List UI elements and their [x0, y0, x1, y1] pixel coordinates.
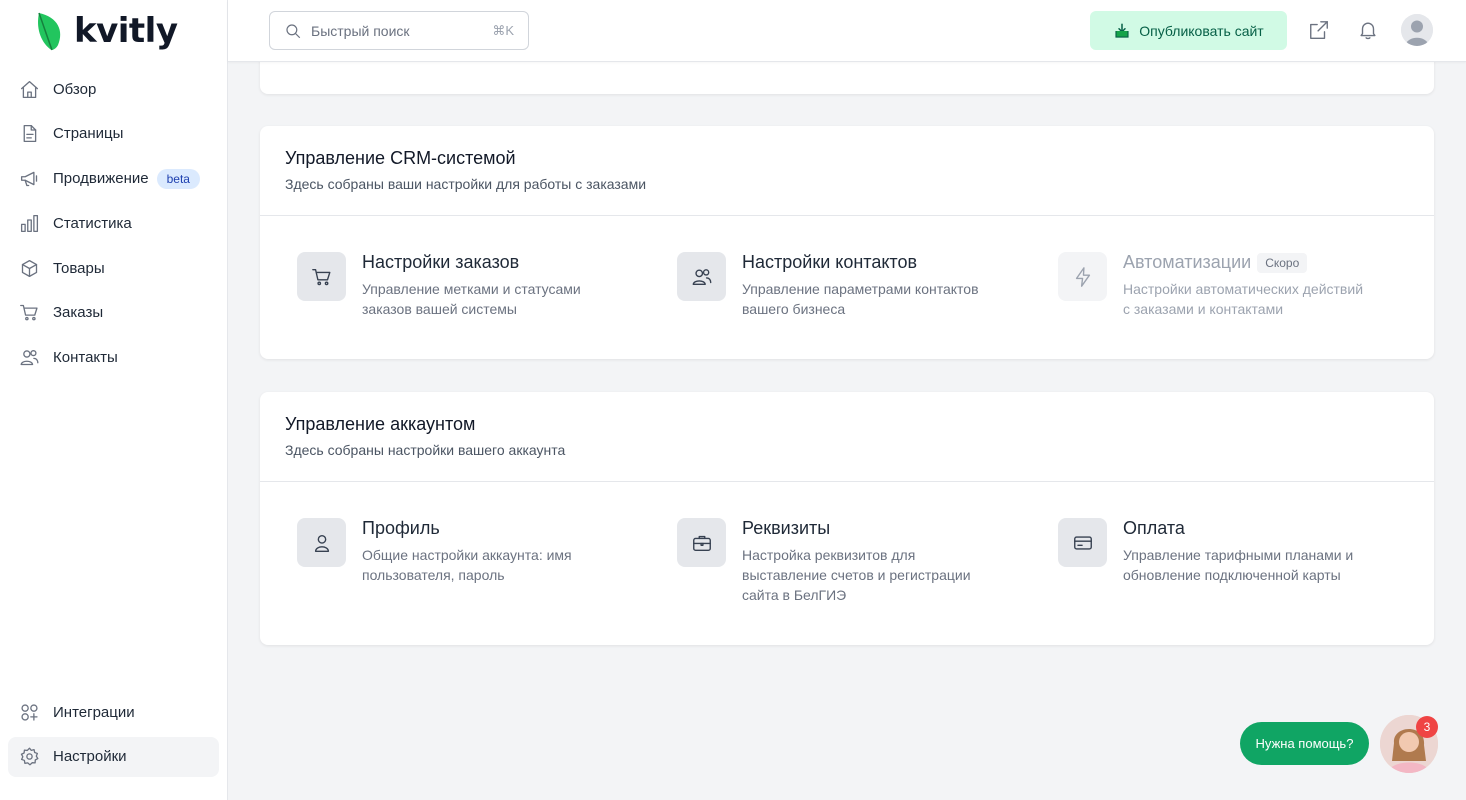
sidebar-item-orders[interactable]: Заказы	[8, 293, 219, 333]
publish-icon	[1115, 23, 1129, 38]
megaphone-icon	[18, 168, 40, 190]
notification-count-badge: 3	[1416, 716, 1438, 738]
logo[interactable]: kvitly	[36, 10, 178, 52]
card-subtitle: Здесь собраны настройки вашего аккаунта	[285, 442, 566, 458]
item-description-line: Управление параметрами контактов	[742, 281, 979, 297]
payment-item[interactable]: Оплата Управление тарифными планами и об…	[1058, 518, 1398, 585]
sidebar-item-label: Продвижение	[53, 170, 149, 188]
sidebar-item-products[interactable]: Товары	[8, 248, 219, 288]
orders-settings-item[interactable]: Настройки заказов Управление метками и с…	[297, 252, 637, 319]
card-subtitle: Здесь собраны ваши настройки для работы …	[285, 176, 647, 192]
bar-chart-icon	[18, 212, 40, 234]
home-icon	[18, 78, 40, 100]
item-description: Управление параметрами контактов вашего …	[742, 279, 979, 319]
item-description: Управление метками и статусами заказов в…	[362, 279, 581, 319]
item-title: Профиль	[362, 518, 440, 538]
search-input[interactable]: Быстрый поиск ⌘K	[269, 11, 529, 50]
soon-badge: Скоро	[1257, 252, 1308, 273]
avatar-placeholder-icon	[1401, 14, 1433, 46]
user-icon	[297, 518, 346, 567]
sidebar-item-overview[interactable]: Обзор	[8, 69, 219, 109]
help-button[interactable]: Нужна помощь?	[1240, 722, 1369, 765]
brand-name: kvitly	[74, 11, 178, 51]
search-placeholder: Быстрый поиск	[311, 22, 410, 39]
sidebar-item-label: Статистика	[53, 214, 132, 232]
item-description-line: пользователя, пароль	[362, 567, 505, 583]
sidebar-item-promotion[interactable]: Продвижение beta	[8, 159, 219, 199]
leaf-logo-icon	[38, 12, 61, 51]
sidebar-nav: Обзор Страницы Продвижение beta Статисти…	[8, 69, 219, 383]
item-title: Настройки контактов	[742, 252, 918, 272]
card-header: Управление аккаунтом Здесь собраны настр…	[260, 392, 1434, 482]
item-description-line: Управление метками и статусами	[362, 281, 581, 297]
card-title: Управление CRM-системой	[285, 148, 516, 168]
publish-site-label: Опубликовать сайт	[1139, 22, 1264, 39]
card-header: Управление CRM-системой Здесь собраны ва…	[260, 126, 1434, 216]
item-description-line: Общие настройки аккаунта: имя	[362, 547, 572, 563]
sidebar-item-statistics[interactable]: Статистика	[8, 203, 219, 243]
sidebar-item-settings[interactable]: Настройки	[8, 736, 219, 777]
search-shortcut: ⌘K	[492, 22, 514, 38]
item-description: Настройки автоматических действий с зака…	[1123, 279, 1363, 319]
briefcase-icon	[677, 518, 726, 567]
sidebar: kvitly Обзор Страницы Продвижение beta С…	[0, 0, 228, 800]
item-description-line: с заказами и контактами	[1123, 301, 1284, 317]
integrations-icon	[18, 701, 40, 723]
box-icon	[18, 257, 40, 279]
card-title: Управление аккаунтом	[285, 414, 476, 434]
item-title-text: Автоматизации	[1123, 252, 1252, 272]
item-description-line: вашего бизнеса	[742, 301, 846, 317]
sidebar-bottom-nav: Интеграции Настройки	[8, 692, 219, 782]
contacts-settings-item[interactable]: Настройки контактов Управление параметра…	[677, 252, 1017, 319]
sidebar-item-integrations[interactable]: Интеграции	[8, 692, 219, 732]
user-avatar[interactable]	[1401, 14, 1433, 46]
cart-icon	[18, 302, 40, 324]
automations-item: Автоматизации Скоро Настройки автоматиче…	[1058, 252, 1398, 319]
users-icon	[677, 252, 726, 301]
item-description-line: сайта в БелГИЭ	[742, 587, 847, 603]
gear-icon	[18, 746, 40, 768]
account-settings-card: Управление аккаунтом Здесь собраны настр…	[260, 392, 1434, 645]
item-description-line: выставление счетов и регистрации	[742, 567, 971, 583]
sidebar-item-label: Страницы	[53, 125, 124, 143]
publish-site-button[interactable]: Опубликовать сайт	[1090, 11, 1287, 50]
search-icon	[284, 22, 302, 40]
sidebar-item-label: Интеграции	[53, 703, 135, 721]
external-link-icon[interactable]	[1307, 18, 1331, 42]
beta-badge: beta	[156, 168, 200, 189]
requisites-item[interactable]: Реквизиты Настройка реквизитов для выста…	[677, 518, 1017, 605]
item-title: Реквизиты	[742, 518, 831, 538]
topbar: Быстрый поиск ⌘K Опубликовать сайт	[228, 0, 1466, 62]
users-icon	[18, 347, 40, 369]
sidebar-item-contacts[interactable]: Контакты	[8, 338, 219, 378]
document-icon	[18, 123, 40, 145]
sidebar-item-label: Товары	[53, 259, 105, 277]
crm-settings-card: Управление CRM-системой Здесь собраны ва…	[260, 126, 1434, 359]
sidebar-item-pages[interactable]: Страницы	[8, 114, 219, 154]
item-description-line: Управление тарифными планами и	[1123, 547, 1354, 563]
profile-item[interactable]: Профиль Общие настройки аккаунта: имя по…	[297, 518, 637, 585]
sidebar-item-label: Обзор	[53, 80, 97, 98]
lightning-icon	[1058, 252, 1107, 301]
item-title: Автоматизации Скоро	[1123, 252, 1363, 273]
item-description: Управление тарифными планами и обновлени…	[1123, 545, 1353, 585]
item-title: Настройки заказов	[362, 252, 520, 272]
item-description: Общие настройки аккаунта: имя пользовате…	[362, 545, 572, 585]
sidebar-item-label: Заказы	[53, 304, 104, 322]
bell-icon[interactable]	[1356, 18, 1380, 42]
item-description-line: Настройки автоматических действий	[1123, 281, 1364, 297]
cart-icon	[297, 252, 346, 301]
item-description: Настройка реквизитов для выставление сче…	[742, 545, 971, 605]
item-title: Оплата	[1123, 518, 1185, 538]
credit-card-icon	[1058, 518, 1107, 567]
item-description-line: заказов вашей системы	[362, 301, 517, 317]
sidebar-item-label: Контакты	[53, 349, 118, 367]
item-description-line: обновление подключенной карты	[1123, 567, 1341, 583]
item-description-line: Настройка реквизитов для	[742, 547, 916, 563]
sidebar-item-label: Настройки	[53, 748, 127, 766]
